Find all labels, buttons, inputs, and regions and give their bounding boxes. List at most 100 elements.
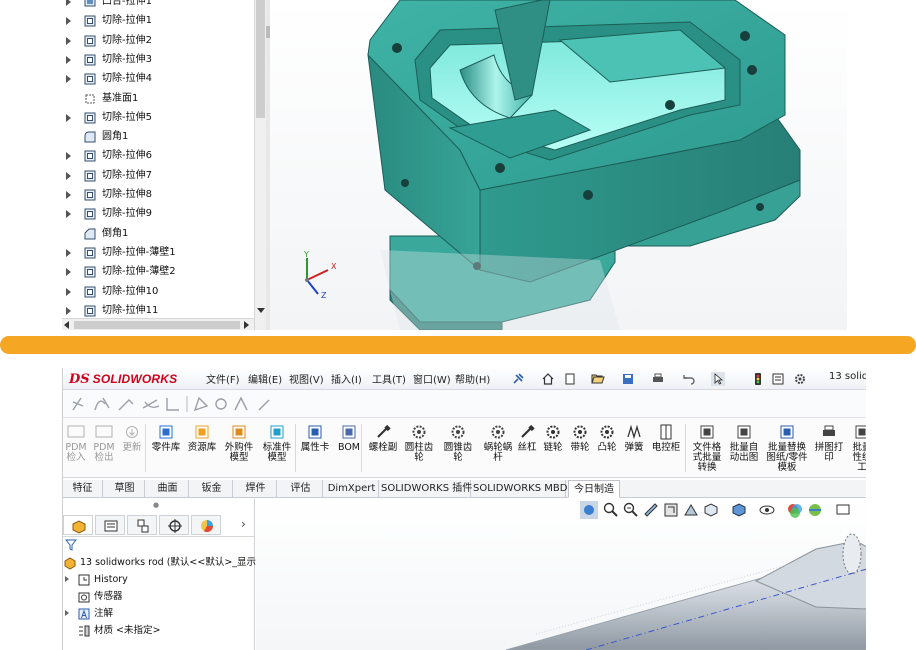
- ribbon-button-property-card[interactable]: 属性卡: [299, 424, 331, 476]
- filter-icon[interactable]: [65, 539, 77, 551]
- tab-feature-manager[interactable]: [63, 515, 93, 535]
- expand-arrow-icon[interactable]: [66, 268, 71, 277]
- tree-item[interactable]: 切除-拉伸5: [62, 109, 252, 128]
- ribbon-button-bolt-pair[interactable]: 螺栓副: [367, 424, 399, 476]
- menu-item[interactable]: 工具(T): [372, 371, 406, 386]
- expand-arrow-icon[interactable]: [66, 17, 71, 26]
- tree-item[interactable]: 切除-拉伸-薄壁2: [62, 263, 252, 282]
- feature-tree-item[interactable]: History: [63, 572, 253, 589]
- menu-item[interactable]: 文件(F): [206, 371, 240, 386]
- expand-arrow-icon[interactable]: [66, 171, 71, 180]
- expand-arrow-icon[interactable]: [66, 113, 71, 122]
- ribbon-button-pulley[interactable]: 带轮: [568, 424, 592, 476]
- command-tab[interactable]: 评估: [279, 480, 323, 498]
- more-tabs-chevron-icon[interactable]: ›: [241, 517, 246, 531]
- command-tab[interactable]: 焊件: [235, 480, 277, 498]
- tree-item[interactable]: 切除-拉伸7: [62, 167, 252, 186]
- expand-arrow-icon[interactable]: [66, 75, 71, 84]
- feature-tree-item[interactable]: 注解: [63, 606, 253, 623]
- scroll-right-arrow-icon[interactable]: [244, 321, 249, 329]
- tree-item[interactable]: 基准面1: [62, 90, 252, 109]
- ribbon-button-lead-screw[interactable]: 丝杠: [515, 424, 539, 476]
- command-tab[interactable]: 草图: [105, 480, 145, 498]
- feature-tree-item[interactable]: 材质 <未指定>: [63, 623, 253, 640]
- command-tab[interactable]: 特征: [63, 480, 103, 498]
- scroll-left-arrow-icon[interactable]: [64, 321, 69, 329]
- expand-arrow-icon[interactable]: [66, 0, 71, 6]
- ribbon-button-bevel-gear[interactable]: 圆锥齿 轮: [440, 424, 476, 476]
- scrollbar-thumb[interactable]: [74, 321, 240, 329]
- ribbon-button-control-cabinet[interactable]: 电控柜: [649, 424, 683, 476]
- command-tab[interactable]: SOLIDWORKS MBD: [473, 480, 567, 498]
- traffic-light-icon[interactable]: [751, 372, 765, 386]
- expand-arrow-icon[interactable]: [66, 287, 71, 296]
- tab-configuration-manager[interactable]: [127, 515, 157, 535]
- ribbon-button-update[interactable]: 更新: [119, 424, 145, 476]
- menu-item[interactable]: 窗口(W): [413, 371, 451, 386]
- undo-icon[interactable]: [681, 372, 695, 386]
- home-icon[interactable]: [541, 372, 555, 386]
- options-gear-icon[interactable]: [793, 372, 807, 386]
- expand-arrow-icon[interactable]: [66, 152, 71, 161]
- tab-display-manager[interactable]: [191, 515, 221, 535]
- ribbon-button-resource-library[interactable]: 资源库: [185, 424, 219, 476]
- ribbon-button-print[interactable]: 拼图打 印: [813, 424, 845, 476]
- save-icon[interactable]: [621, 372, 635, 386]
- menu-item[interactable]: 视图(V): [289, 371, 324, 386]
- expand-arrow-icon[interactable]: [66, 191, 71, 199]
- tree-item[interactable]: 切除-拉伸-薄壁1: [62, 244, 252, 263]
- tree-item[interactable]: 切除-拉伸6: [62, 147, 252, 166]
- feature-tree-item[interactable]: 13 solidworks rod (默认<<默认>_显示状态: [63, 555, 275, 572]
- expand-arrow-icon[interactable]: [66, 210, 71, 219]
- tree-item[interactable]: 切除-拉伸1: [62, 12, 252, 31]
- expand-arrow-icon[interactable]: [65, 610, 69, 616]
- expand-arrow-icon[interactable]: [66, 248, 71, 257]
- ribbon-button-purchased-part[interactable]: 外购件 模型: [221, 424, 257, 476]
- expand-arrow-icon[interactable]: [66, 55, 71, 64]
- menu-item[interactable]: 编辑(E): [248, 371, 282, 386]
- ribbon-button-check-out[interactable]: PDM 检出: [91, 424, 117, 476]
- command-tab[interactable]: 曲面: [147, 480, 189, 498]
- menu-item[interactable]: 帮助(H): [455, 371, 490, 386]
- file-properties-icon[interactable]: [771, 372, 785, 386]
- tree-vertical-scrollbar[interactable]: [254, 0, 266, 330]
- command-tab[interactable]: SOLIDWORKS 插件: [381, 480, 472, 498]
- ribbon-button-bom[interactable]: BOM: [335, 424, 363, 476]
- feature-tree-item[interactable]: 传感器: [63, 589, 253, 606]
- expand-arrow-icon[interactable]: [66, 306, 71, 315]
- tab-dimxpert-manager[interactable]: [159, 515, 189, 535]
- scrollbar-thumb[interactable]: [256, 0, 265, 118]
- graphics-area-bottom[interactable]: [256, 499, 866, 650]
- ribbon-button-worm-gear[interactable]: 蜗轮蜗 杆: [481, 424, 515, 476]
- command-tab[interactable]: 钣金: [191, 480, 233, 498]
- tab-property-manager[interactable]: [95, 515, 125, 535]
- expand-arrow-icon[interactable]: [65, 576, 69, 582]
- scroll-down-arrow-icon[interactable]: [257, 308, 265, 313]
- graphics-area[interactable]: Y X Z: [270, 0, 847, 330]
- tree-item[interactable]: 倒角1: [62, 225, 252, 244]
- ribbon-button-batch-convert[interactable]: 文件格 式批量 转换: [689, 424, 725, 476]
- menu-item[interactable]: 插入(I): [331, 371, 362, 386]
- tree-item[interactable]: 切除-拉伸3: [62, 51, 252, 70]
- new-document-icon[interactable]: [563, 372, 577, 386]
- tree-item[interactable]: 切除-拉伸10: [62, 283, 252, 302]
- panel-grip-icon[interactable]: ●: [153, 501, 159, 509]
- ribbon-button-part-library[interactable]: 零件库: [149, 424, 183, 476]
- command-tab[interactable]: DimXpert: [325, 480, 379, 498]
- pin-icon[interactable]: [511, 372, 525, 386]
- ribbon-button-standard-part[interactable]: 标准件 模型: [259, 424, 295, 476]
- select-icon[interactable]: [711, 372, 725, 386]
- expand-arrow-icon[interactable]: [66, 36, 71, 45]
- command-tab[interactable]: 今日制造: [568, 480, 620, 498]
- ribbon-button-cam[interactable]: 凸轮: [595, 424, 619, 476]
- ribbon-button-check-in[interactable]: PDM 检入: [63, 424, 89, 476]
- ribbon-button-sprocket[interactable]: 链轮: [541, 424, 565, 476]
- ribbon-button-batch-drawing[interactable]: 批量自 动出图: [727, 424, 761, 476]
- tree-item[interactable]: 切除-拉伸4: [62, 70, 252, 89]
- open-icon[interactable]: [591, 372, 605, 386]
- ribbon-button-spur-gear[interactable]: 圆柱齿 轮: [401, 424, 437, 476]
- print-icon[interactable]: [651, 372, 665, 386]
- tree-item[interactable]: 切除-拉伸2: [62, 32, 252, 51]
- ribbon-button-batch-replace[interactable]: 批量替换 图纸/零件 模板: [765, 424, 809, 476]
- tree-item[interactable]: 凸台-拉伸1: [62, 0, 252, 12]
